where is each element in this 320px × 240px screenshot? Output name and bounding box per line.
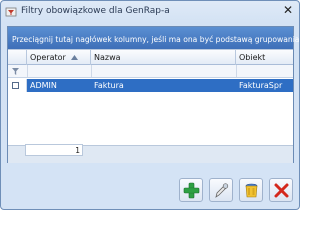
filter-separator [91, 65, 92, 77]
cell-operator: ADMIN [30, 81, 57, 90]
column-header-label: Obiekt [239, 53, 266, 62]
group-by-hint: Przeciągnij tutaj nagłówek kolumny, jeśl… [12, 35, 300, 44]
close-button[interactable] [269, 178, 293, 202]
cell-obiekt: FakturaSpr [239, 81, 283, 90]
plus-icon [183, 182, 200, 199]
column-header-label: Nazwa [94, 53, 121, 62]
row-checkbox[interactable] [12, 82, 19, 89]
column-header-nazwa[interactable]: Nazwa [91, 50, 236, 65]
filter-dialog-window: Filtry obowiązkowe dla GenRap-a ✕ Przeci… [0, 0, 300, 210]
grid-header: Operator Nazwa Obiekt [8, 49, 293, 65]
sort-ascending-icon [71, 55, 78, 60]
row-selector-cell [8, 79, 27, 92]
window-close-icon[interactable]: ✕ [281, 3, 295, 17]
table-row[interactable]: ADMIN Faktura FakturaSpr [8, 79, 293, 92]
grid-panel: Przeciągnij tutaj nagłówek kolumny, jeśl… [7, 26, 299, 163]
filter-app-icon [5, 7, 17, 17]
window-title: Filtry obowiązkowe dla GenRap-a [21, 6, 170, 16]
cell-nazwa: Faktura [94, 81, 124, 90]
funnel-icon [12, 68, 19, 75]
edit-button[interactable] [209, 178, 233, 202]
title-bar: Filtry obowiązkowe dla GenRap-a ✕ [1, 1, 299, 23]
delete-all-button[interactable] [239, 178, 263, 202]
add-button[interactable] [179, 178, 203, 202]
header-indicator-cell [8, 50, 27, 65]
column-header-label: Operator [30, 53, 66, 62]
record-counter: 1 [25, 144, 83, 156]
trash-can-icon [245, 183, 258, 198]
filter-separator [236, 65, 237, 77]
group-by-panel[interactable]: Przeciągnij tutaj nagłówek kolumny, jeśl… [8, 27, 299, 49]
filter-row[interactable] [8, 65, 293, 78]
filter-separator [27, 65, 28, 77]
column-header-obiekt[interactable]: Obiekt [236, 50, 293, 65]
column-header-operator[interactable]: Operator [27, 50, 91, 65]
pencil-icon [215, 183, 229, 198]
red-x-icon [274, 183, 289, 198]
